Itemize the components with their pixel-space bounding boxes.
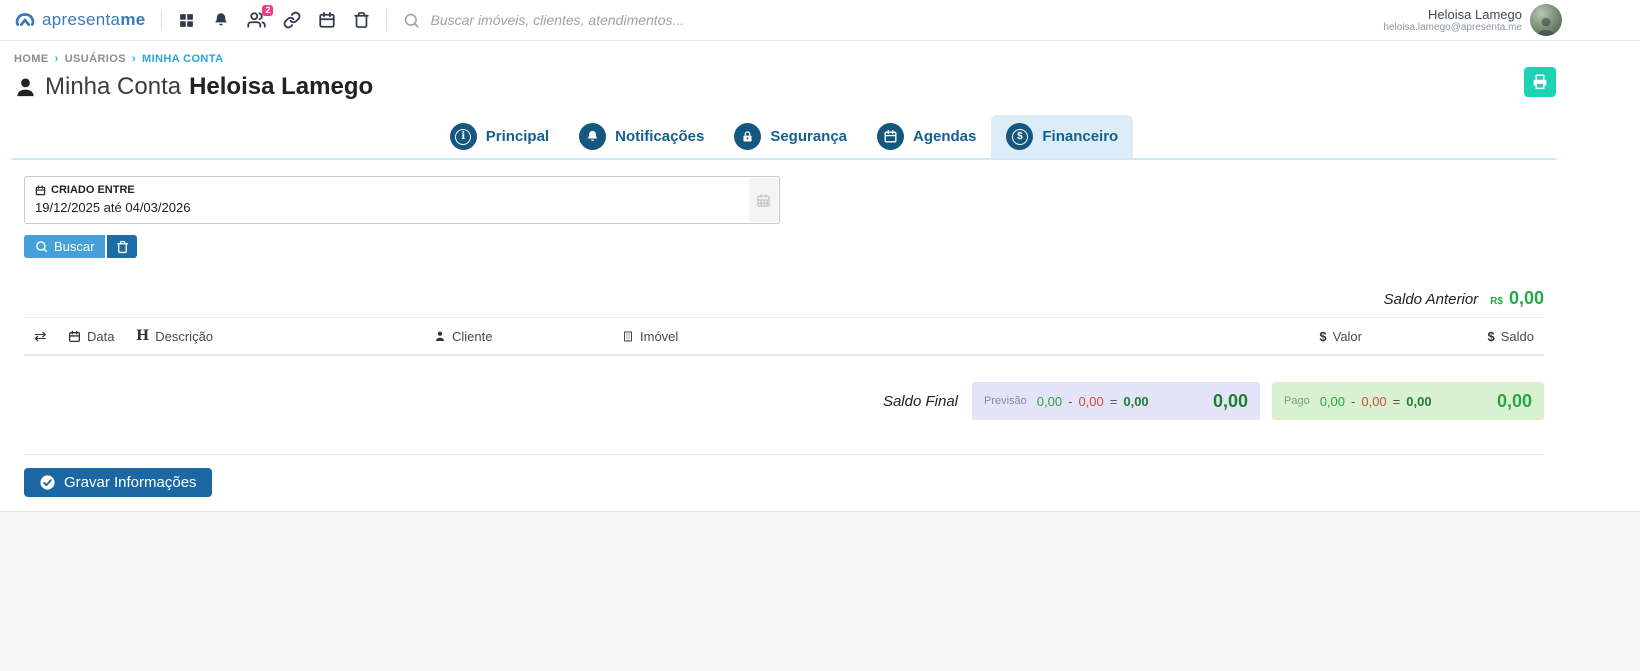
paid-expense: 0,00 [1361,394,1386,409]
previous-balance-value: 0,00 [1509,288,1544,309]
print-button[interactable] [1524,67,1556,97]
equals-sign: = [1110,394,1118,409]
info-icon: i [450,123,477,150]
previous-balance: Saldo Anterior R$ 0,00 [24,288,1544,309]
column-data[interactable]: Data [68,329,136,344]
divider [161,9,162,31]
breadcrumb-home[interactable]: HOME [14,53,49,65]
brand-logo-icon [14,9,36,31]
printer-icon [1531,73,1549,91]
created-between-field[interactable]: CRIADO ENTRE 19/12/2025 até 04/03/2026 [24,176,780,224]
tab-principal[interactable]: i Principal [435,115,564,158]
topbar: apresentame 2 Heloisa Lamego [0,0,1640,41]
divider [24,454,1544,455]
column-saldo[interactable]: $ Saldo [1362,329,1534,344]
column-cliente[interactable]: Cliente [434,329,622,344]
breadcrumb-usuarios[interactable]: USUÁRIOS [65,53,126,65]
save-button[interactable]: Gravar Informações [24,468,212,497]
calendar-icon [35,185,46,196]
clear-filter-button[interactable] [107,235,137,258]
check-circle-icon [39,474,56,491]
page-title-subject: Heloisa Lamego [189,73,373,101]
swap-sort-icon[interactable]: ⇄ [34,327,68,345]
financeiro-panel: CRIADO ENTRE 19/12/2025 até 04/03/2026 B… [12,158,1556,455]
search-icon [35,240,48,253]
paid-label: Pago [1284,395,1310,407]
page-title: Minha Conta Heloisa Lamego [12,65,1556,103]
dollar-icon: $ [1006,123,1033,150]
apps-grid-icon[interactable] [178,12,195,29]
paid-summary-box: Pago 0,00 - 0,00 = 0,00 0,00 [1272,382,1544,420]
search-button[interactable]: Buscar [24,235,105,258]
building-icon [622,330,634,343]
trash-icon [116,240,129,254]
tab-bar: i Principal Notificações Segurança Agen [12,115,1556,158]
column-descricao[interactable]: H Descrição [136,328,434,344]
tab-seguranca[interactable]: Segurança [719,115,862,158]
forecast-summary-box: Previsão 0,00 - 0,00 = 0,00 0,00 [972,382,1260,420]
paid-income: 0,00 [1320,394,1345,409]
datepicker-button[interactable] [749,178,778,222]
paid-total: 0,00 [1497,391,1532,412]
forecast-total: 0,00 [1213,391,1248,412]
global-search [403,12,850,29]
page-title-text: Minha Conta [45,73,181,101]
trash-icon[interactable] [353,11,370,29]
final-balance: Saldo Final Previsão 0,00 - 0,00 = 0,00 … [24,382,1544,420]
tab-notificacoes[interactable]: Notificações [564,115,719,158]
brand-logo[interactable]: apresentame [14,9,145,31]
user-menu[interactable]: Heloisa Lamego heloisa.lamego@apresenta.… [1383,4,1562,36]
person-icon [14,76,37,99]
divider [386,9,387,31]
search-input[interactable] [430,12,850,28]
breadcrumb: HOME › USUÁRIOS › MINHA CONTA [12,41,1556,65]
previous-balance-label: Saldo Anterior [1384,291,1479,308]
equals-sign: = [1393,394,1401,409]
calendar-icon [68,330,81,343]
column-imovel[interactable]: Imóvel [622,329,1242,344]
breadcrumb-minha-conta: MINHA CONTA [142,53,223,65]
bell-icon [579,123,606,150]
transactions-table-header: ⇄ Data H Descrição Cliente [24,317,1544,356]
minus-sign: - [1068,394,1072,409]
forecast-expense: 0,00 [1078,394,1103,409]
user-name: Heloisa Lamego [1383,7,1522,22]
chevron-right-icon: › [132,53,136,65]
field-label: CRIADO ENTRE [51,184,135,196]
date-range-value[interactable]: 19/12/2025 até 04/03/2026 [35,200,739,215]
currency-symbol: R$ [1490,296,1503,307]
bell-icon[interactable] [212,11,230,29]
calendar-icon [877,123,904,150]
search-icon [403,12,420,29]
notification-badge: 2 [262,5,273,16]
link-icon[interactable] [283,11,301,29]
calendar-icon[interactable] [318,11,336,29]
paid-result: 0,00 [1406,394,1431,409]
forecast-label: Previsão [984,395,1027,407]
chevron-right-icon: › [55,53,59,65]
main-content: HOME › USUÁRIOS › MINHA CONTA Minha Cont… [0,41,1640,512]
tab-agendas[interactable]: Agendas [862,115,991,158]
minus-sign: - [1351,394,1355,409]
forecast-income: 0,00 [1037,394,1062,409]
dollar-icon: $ [1319,329,1326,344]
lock-icon [734,123,761,150]
heading-icon: H [136,328,149,344]
column-valor[interactable]: $ Valor [1242,329,1362,344]
brand-name: apresentame [42,10,145,30]
users-icon[interactable]: 2 [247,11,266,29]
person-icon [434,330,446,343]
user-email: heloisa.lamego@apresenta.me [1383,22,1522,33]
dollar-icon: $ [1488,329,1495,344]
avatar[interactable] [1530,4,1562,36]
tab-financeiro[interactable]: $ Financeiro [991,115,1133,158]
final-balance-label: Saldo Final [883,393,958,410]
calendar-icon [756,193,771,208]
forecast-result: 0,00 [1123,394,1148,409]
